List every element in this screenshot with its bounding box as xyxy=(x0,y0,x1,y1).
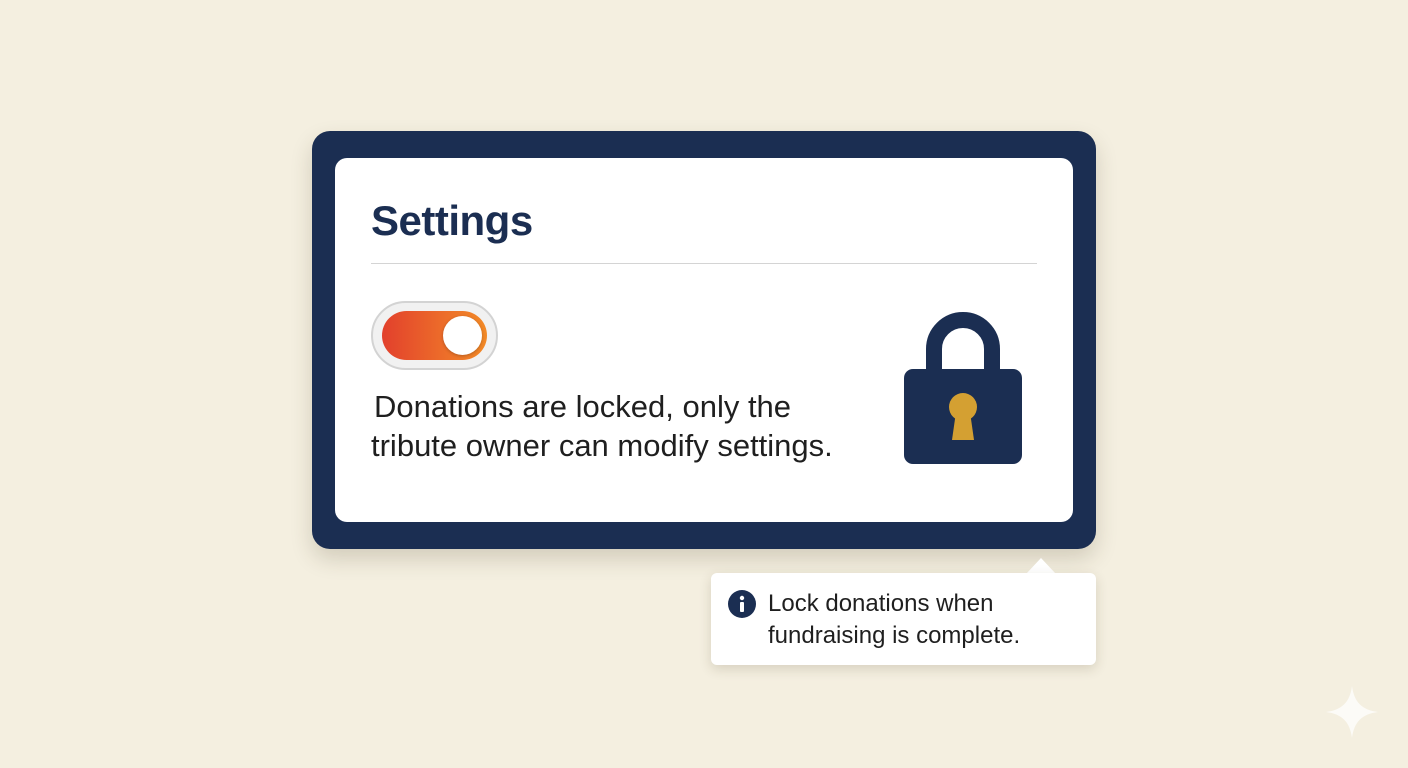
toggle-knob xyxy=(443,316,482,355)
toggle-track xyxy=(382,311,487,360)
info-icon xyxy=(728,590,756,618)
sparkle-icon xyxy=(1326,686,1378,738)
tooltip-text: Lock donations when fundraising is compl… xyxy=(768,588,1088,652)
tooltip-line-1: Lock donations when xyxy=(768,590,994,617)
padlock-icon xyxy=(904,312,1022,464)
tooltip-line-2: fundraising is complete. xyxy=(768,622,1021,649)
tooltip-arrow xyxy=(1026,558,1056,574)
status-line-1: Donations are locked, only the xyxy=(374,389,792,424)
donation-lock-toggle[interactable] xyxy=(371,301,498,370)
status-line-2: tribute owner can modify settings. xyxy=(371,428,833,463)
donation-lock-status-text: Donations are locked, only the tribute o… xyxy=(371,387,871,465)
page-title: Settings xyxy=(371,197,533,244)
title-divider xyxy=(371,263,1037,264)
padlock-shackle xyxy=(926,312,1000,372)
